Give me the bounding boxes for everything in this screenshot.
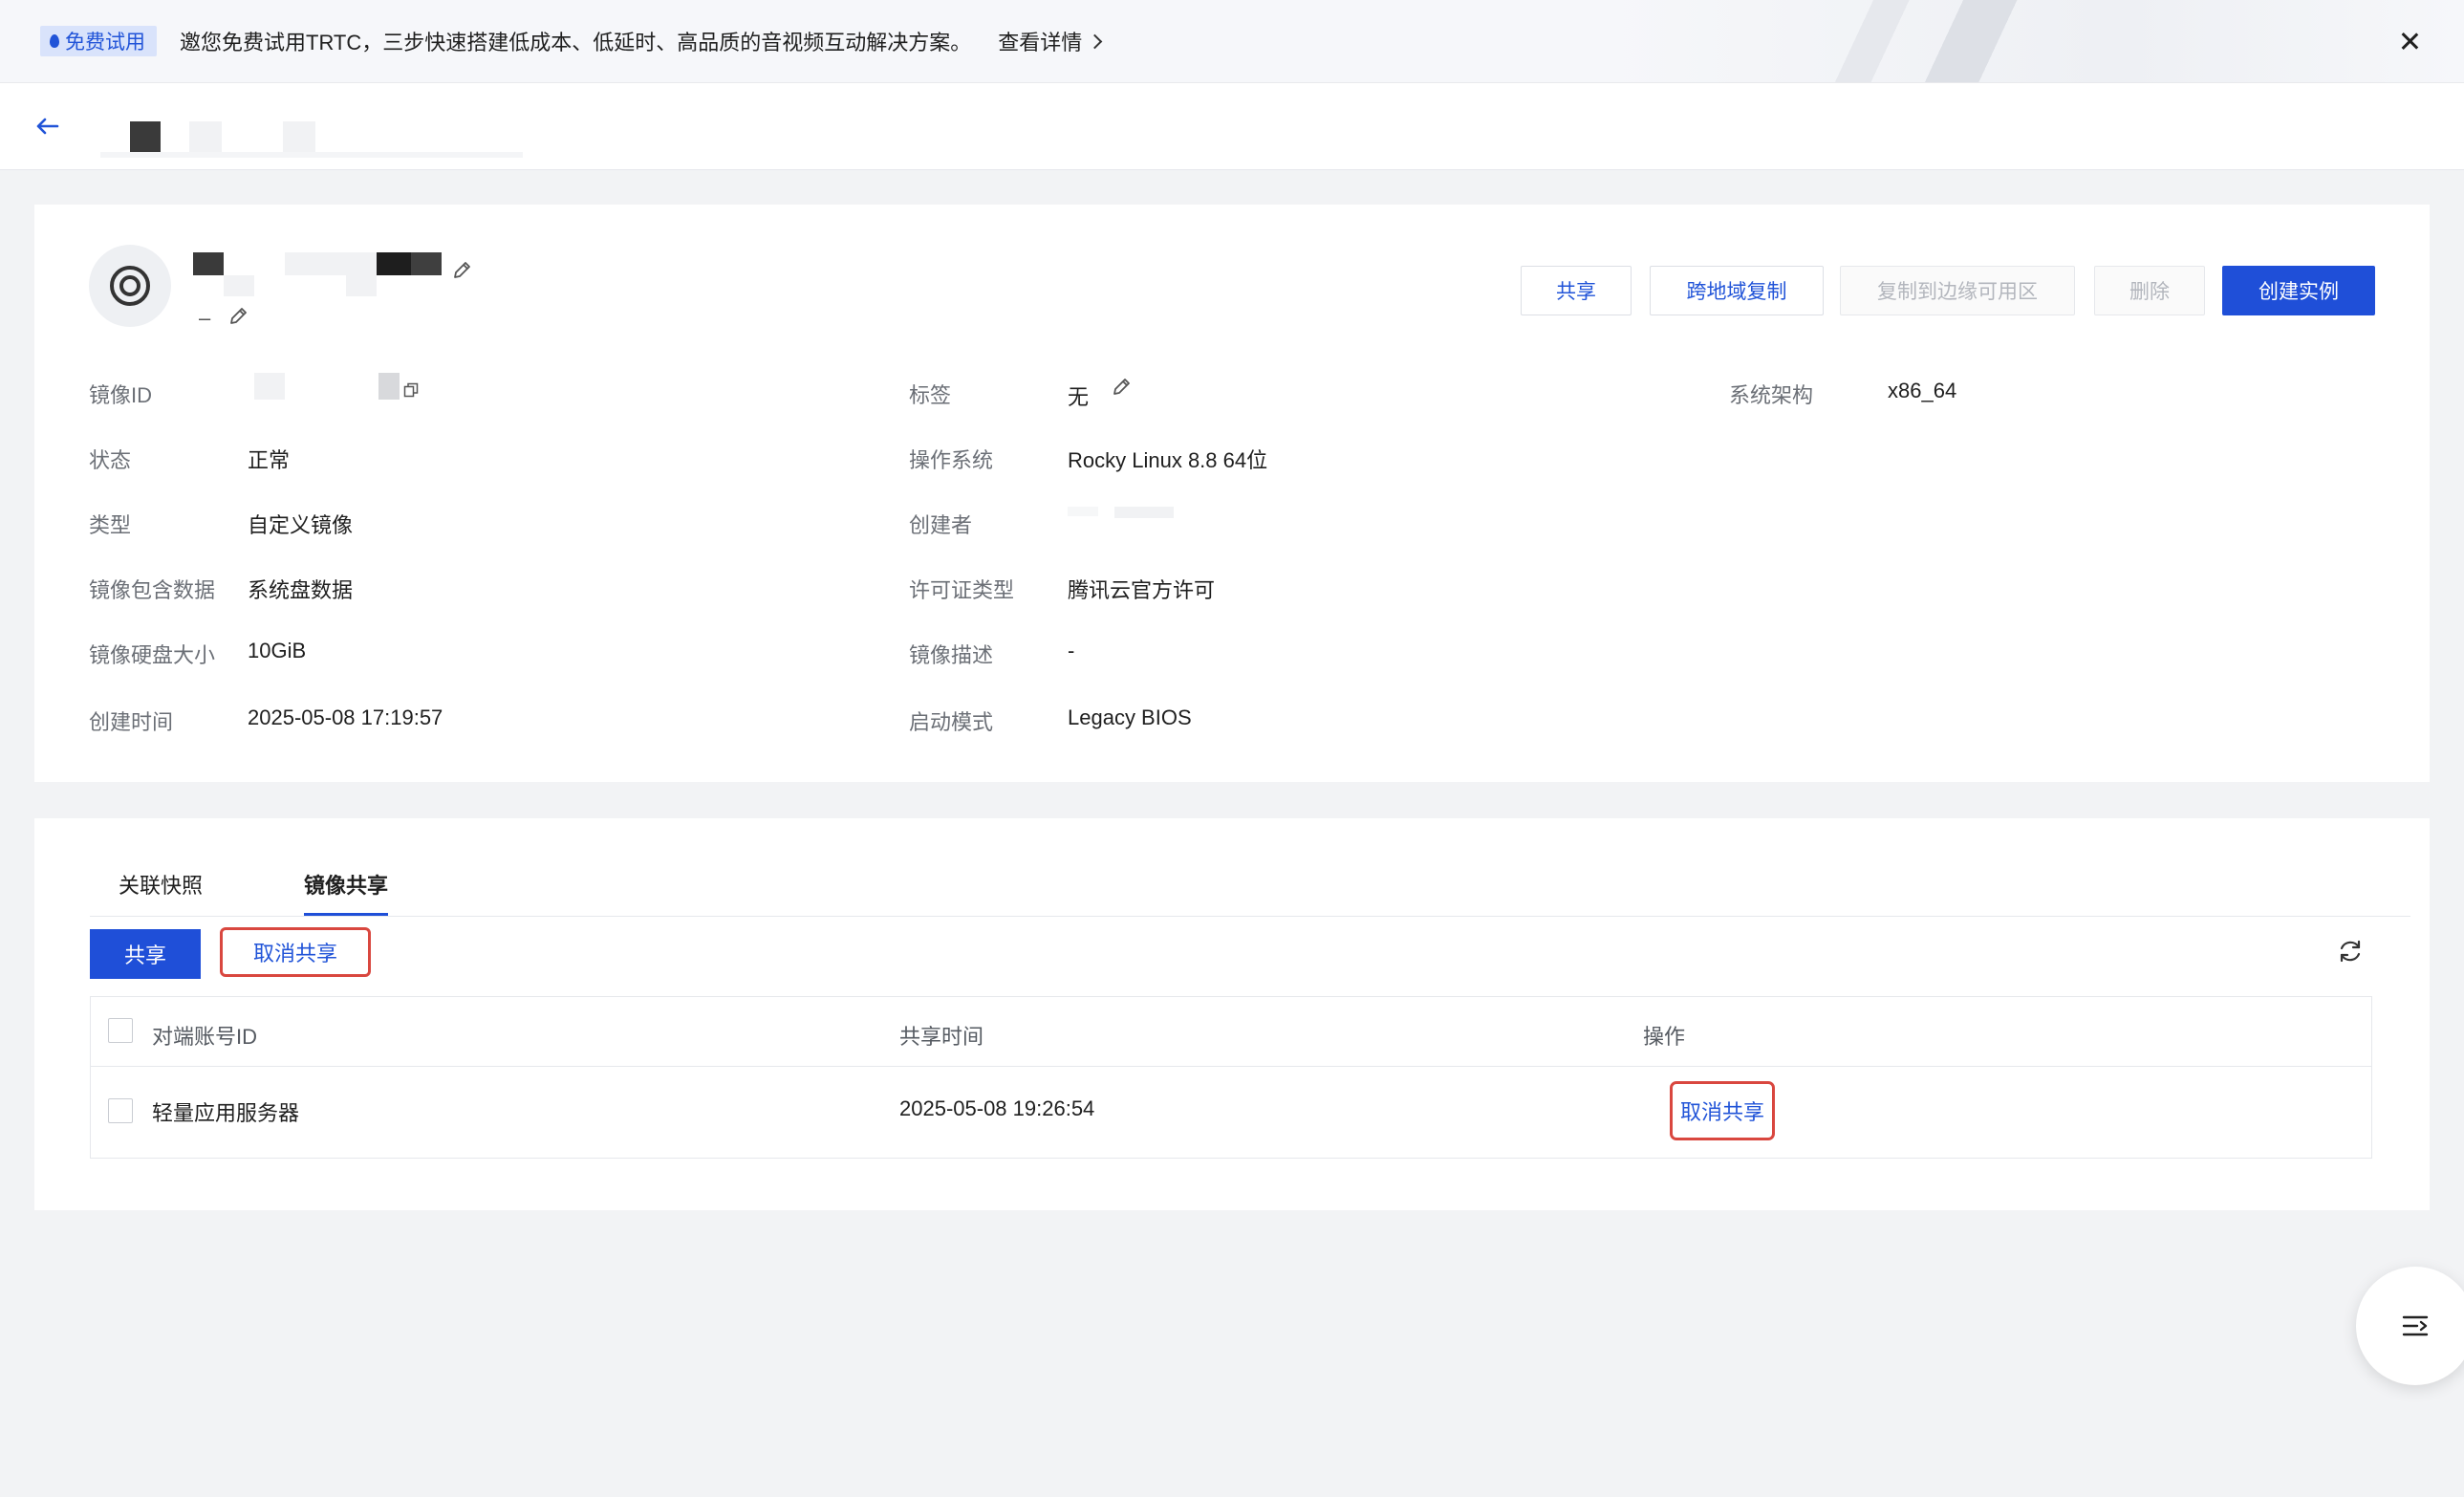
included-data-label: 镜像包含数据 xyxy=(89,578,216,602)
disk-size-value: 10GiB xyxy=(248,639,307,662)
share-button[interactable]: 共享 xyxy=(90,929,201,979)
copy-to-edge-zone-button[interactable]: 复制到边缘可用区 xyxy=(1840,266,2075,315)
droplet-icon xyxy=(50,34,59,48)
redacted-creator xyxy=(1068,507,1098,516)
column-account-id: 对端账号ID xyxy=(152,1025,258,1049)
delete-button[interactable]: 删除 xyxy=(2094,266,2205,315)
arch-value: x86_64 xyxy=(1888,379,1957,402)
arch-label: 系统架构 xyxy=(1729,383,1814,407)
image-share-card: 关联快照 镜像共享 共享 取消共享 对端账号ID 共享时间 操作 轻量应用服务器… xyxy=(34,818,2430,1210)
redacted-creator xyxy=(1114,507,1174,518)
close-icon[interactable] xyxy=(2393,25,2426,57)
type-value: 自定义镜像 xyxy=(248,513,354,537)
refresh-icon[interactable] xyxy=(2336,937,2365,965)
row-share-time: 2025-05-08 19:26:54 xyxy=(899,1096,1095,1120)
share-image-button[interactable]: 共享 xyxy=(1521,266,1632,315)
os-label: 操作系统 xyxy=(909,448,994,472)
redacted-name xyxy=(346,252,377,296)
edit-subtitle-icon[interactable] xyxy=(227,306,249,327)
boot-mode-label: 启动模式 xyxy=(909,710,994,734)
tag-value: 无 xyxy=(1068,385,1090,409)
redacted-name xyxy=(411,252,442,275)
tab-bar: 关联快照 镜像共享 xyxy=(90,866,2410,917)
os-value: Rocky Linux 8.8 64位 xyxy=(1068,448,1268,472)
cross-region-copy-button[interactable]: 跨地域复制 xyxy=(1650,266,1824,315)
column-share-time: 共享时间 xyxy=(899,1025,984,1049)
disk-size-label: 镜像硬盘大小 xyxy=(89,643,216,667)
redacted-image-id xyxy=(254,373,285,400)
description-value: - xyxy=(1068,639,1075,662)
boot-mode-value: Legacy BIOS xyxy=(1068,705,1192,729)
created-time-value: 2025-05-08 17:19:57 xyxy=(248,705,443,729)
column-actions: 操作 xyxy=(1643,1025,1686,1049)
free-trial-tag-label: 免费试用 xyxy=(65,32,145,54)
creator-label: 创建者 xyxy=(909,513,973,537)
license-value: 腾讯云官方许可 xyxy=(1068,578,1216,602)
redacted-block xyxy=(189,121,222,152)
image-subtitle: – xyxy=(199,306,211,330)
banner-message: 邀您免费试用TRTC，三步快速搭建低成本、低延时、高品质的音视频互动解决方案。 xyxy=(180,31,972,54)
edit-tag-icon[interactable] xyxy=(1111,377,1132,398)
status-label: 状态 xyxy=(89,448,132,472)
menu-icon xyxy=(2402,1315,2429,1336)
redacted-name xyxy=(377,252,411,275)
table-row: 轻量应用服务器 2025-05-08 19:26:54 取消共享 xyxy=(91,1066,2371,1158)
redacted-block xyxy=(283,121,315,152)
redacted-image-id xyxy=(378,373,400,400)
table-header: 对端账号ID 共享时间 操作 xyxy=(91,997,2371,1067)
redacted-name xyxy=(193,252,224,275)
type-label: 类型 xyxy=(89,513,132,537)
redacted-name xyxy=(224,275,254,296)
banner-details-link[interactable]: 查看详情 xyxy=(998,26,1103,56)
redacted-block xyxy=(130,121,161,152)
banner-decoration xyxy=(1604,0,2464,82)
redacted-title xyxy=(100,152,523,158)
image-avatar xyxy=(89,245,171,327)
chevron-right-icon xyxy=(1088,33,1103,49)
tag-label: 标签 xyxy=(909,383,952,407)
select-all-checkbox[interactable] xyxy=(108,1018,133,1043)
back-arrow-icon[interactable] xyxy=(32,112,61,141)
promo-banner: 免费试用 邀您免费试用TRTC，三步快速搭建低成本、低延时、高品质的音视频互动解… xyxy=(0,0,2464,83)
image-id-label: 镜像ID xyxy=(89,383,153,407)
license-label: 许可证类型 xyxy=(909,578,1015,602)
page-header xyxy=(0,83,2464,170)
create-instance-button[interactable]: 创建实例 xyxy=(2222,266,2375,315)
banner-details-label: 查看详情 xyxy=(998,31,1083,54)
row-unshare-link[interactable]: 取消共享 xyxy=(1670,1081,1775,1140)
tab-image-sharing[interactable]: 镜像共享 xyxy=(304,866,389,916)
row-account-id: 轻量应用服务器 xyxy=(152,1101,300,1125)
included-data-value: 系统盘数据 xyxy=(248,578,354,602)
created-time-label: 创建时间 xyxy=(89,710,174,734)
floating-menu-button[interactable] xyxy=(2356,1267,2464,1385)
tab-related-snapshots[interactable]: 关联快照 xyxy=(119,866,203,916)
target-icon xyxy=(110,266,150,306)
row-checkbox[interactable] xyxy=(108,1098,133,1123)
image-info-card: – 共享 跨地域复制 复制到边缘可用区 删除 创建实例 镜像ID 状态 正常 类… xyxy=(34,205,2430,782)
description-label: 镜像描述 xyxy=(909,643,994,667)
share-table: 对端账号ID 共享时间 操作 轻量应用服务器 2025-05-08 19:26:… xyxy=(90,996,2372,1159)
unshare-button[interactable]: 取消共享 xyxy=(220,927,371,977)
status-value: 正常 xyxy=(248,448,291,472)
free-trial-tag: 免费试用 xyxy=(40,26,157,56)
copy-icon[interactable] xyxy=(403,382,419,398)
edit-name-icon[interactable] xyxy=(451,260,472,281)
redacted-name xyxy=(285,252,350,275)
